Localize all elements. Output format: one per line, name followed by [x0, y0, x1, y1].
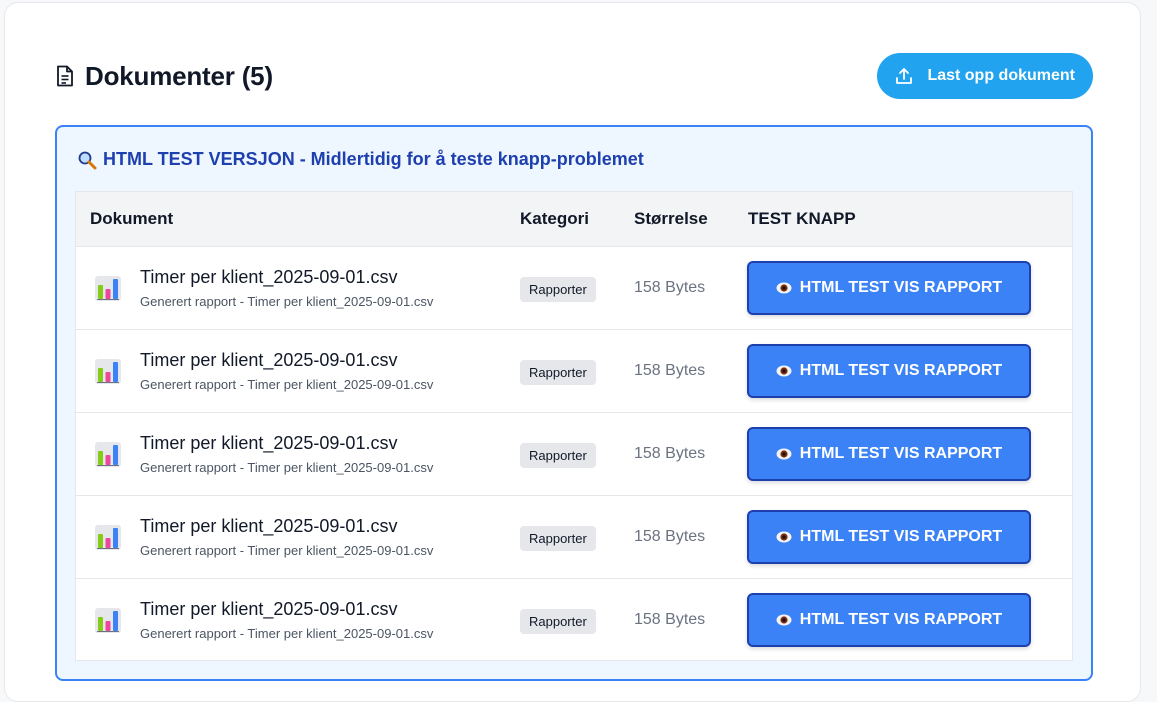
- test-heading: HTML TEST VERSJON - Midlertidig for å te…: [77, 149, 644, 170]
- category-badge: Rapporter: [520, 443, 596, 468]
- file-description: Generert rapport - Timer per klient_2025…: [140, 460, 434, 475]
- eye-icon: [776, 531, 792, 543]
- file-name: Timer per klient_2025-09-01.csv: [140, 516, 398, 536]
- table-header: Dokument Kategori Størrelse TEST KNAPP: [76, 192, 1072, 247]
- file-description: Generert rapport - Timer per klient_2025…: [140, 626, 434, 641]
- file-name: Timer per klient_2025-09-01.csv: [140, 433, 398, 453]
- view-report-button[interactable]: HTML TEST VIS RAPPORT: [747, 510, 1031, 564]
- view-report-button[interactable]: HTML TEST VIS RAPPORT: [747, 427, 1031, 481]
- file-size: 158 Bytes: [634, 362, 706, 379]
- view-report-label: HTML TEST VIS RAPPORT: [799, 362, 1003, 379]
- file-name: Timer per klient_2025-09-01.csv: [140, 350, 398, 370]
- upload-document-label: Last opp dokument: [927, 67, 1075, 84]
- column-header-category: Kategori: [520, 209, 589, 228]
- bar-chart-icon: [94, 605, 122, 635]
- table-row: Timer per klient_2025-09-01.csv Generert…: [76, 496, 1072, 579]
- eye-icon: [776, 282, 792, 294]
- eye-icon: [776, 614, 792, 626]
- file-name: Timer per klient_2025-09-01.csv: [140, 599, 398, 619]
- documents-card: Dokumenter (5) Last opp dokument HTML TE…: [4, 2, 1141, 702]
- file-size: 158 Bytes: [634, 528, 706, 545]
- bar-chart-icon: [94, 522, 122, 552]
- file-size: 158 Bytes: [634, 445, 706, 462]
- view-report-label: HTML TEST VIS RAPPORT: [799, 528, 1003, 545]
- page-title: Dokumenter (5): [85, 60, 273, 91]
- file-size: 158 Bytes: [634, 611, 706, 628]
- test-heading-text: HTML TEST VERSJON - Midlertidig for å te…: [103, 149, 644, 169]
- file-size: 158 Bytes: [634, 279, 706, 296]
- table-row: Timer per klient_2025-09-01.csv Generert…: [76, 330, 1072, 413]
- file-name: Timer per klient_2025-09-01.csv: [140, 267, 398, 287]
- view-report-button[interactable]: HTML TEST VIS RAPPORT: [747, 593, 1031, 647]
- view-report-button[interactable]: HTML TEST VIS RAPPORT: [747, 344, 1031, 398]
- table-row: Timer per klient_2025-09-01.csv Generert…: [76, 247, 1072, 330]
- documents-header: Dokumenter (5) Last opp dokument: [55, 53, 1093, 99]
- table-row: Timer per klient_2025-09-01.csv Generert…: [76, 413, 1072, 496]
- eye-icon: [776, 448, 792, 460]
- eye-icon: [776, 365, 792, 377]
- view-report-label: HTML TEST VIS RAPPORT: [799, 445, 1003, 462]
- view-report-label: HTML TEST VIS RAPPORT: [799, 611, 1003, 628]
- upload-document-button[interactable]: Last opp dokument: [877, 53, 1093, 99]
- title-wrap: Dokumenter (5): [55, 61, 273, 92]
- view-report-label: HTML TEST VIS RAPPORT: [799, 279, 1003, 296]
- column-header-document: Dokument: [90, 209, 174, 228]
- file-description: Generert rapport - Timer per klient_2025…: [140, 377, 434, 392]
- magnifier-icon: [77, 150, 97, 170]
- table-row: Timer per klient_2025-09-01.csv Generert…: [76, 579, 1072, 660]
- upload-icon: [895, 67, 913, 85]
- category-badge: Rapporter: [520, 277, 596, 302]
- file-description: Generert rapport - Timer per klient_2025…: [140, 294, 434, 309]
- bar-chart-icon: [94, 439, 122, 469]
- view-report-button[interactable]: HTML TEST VIS RAPPORT: [747, 261, 1031, 315]
- bar-chart-icon: [94, 356, 122, 386]
- documents-table: Dokument Kategori Størrelse TEST KNAPP T…: [75, 191, 1073, 661]
- file-description: Generert rapport - Timer per klient_2025…: [140, 543, 434, 558]
- document-icon: [55, 65, 75, 87]
- bar-chart-icon: [94, 273, 122, 303]
- column-header-size: Størrelse: [634, 209, 708, 228]
- category-badge: Rapporter: [520, 526, 596, 551]
- category-badge: Rapporter: [520, 360, 596, 385]
- column-header-test-button: TEST KNAPP: [748, 209, 856, 228]
- category-badge: Rapporter: [520, 609, 596, 634]
- html-test-section: HTML TEST VERSJON - Midlertidig for å te…: [55, 125, 1093, 681]
